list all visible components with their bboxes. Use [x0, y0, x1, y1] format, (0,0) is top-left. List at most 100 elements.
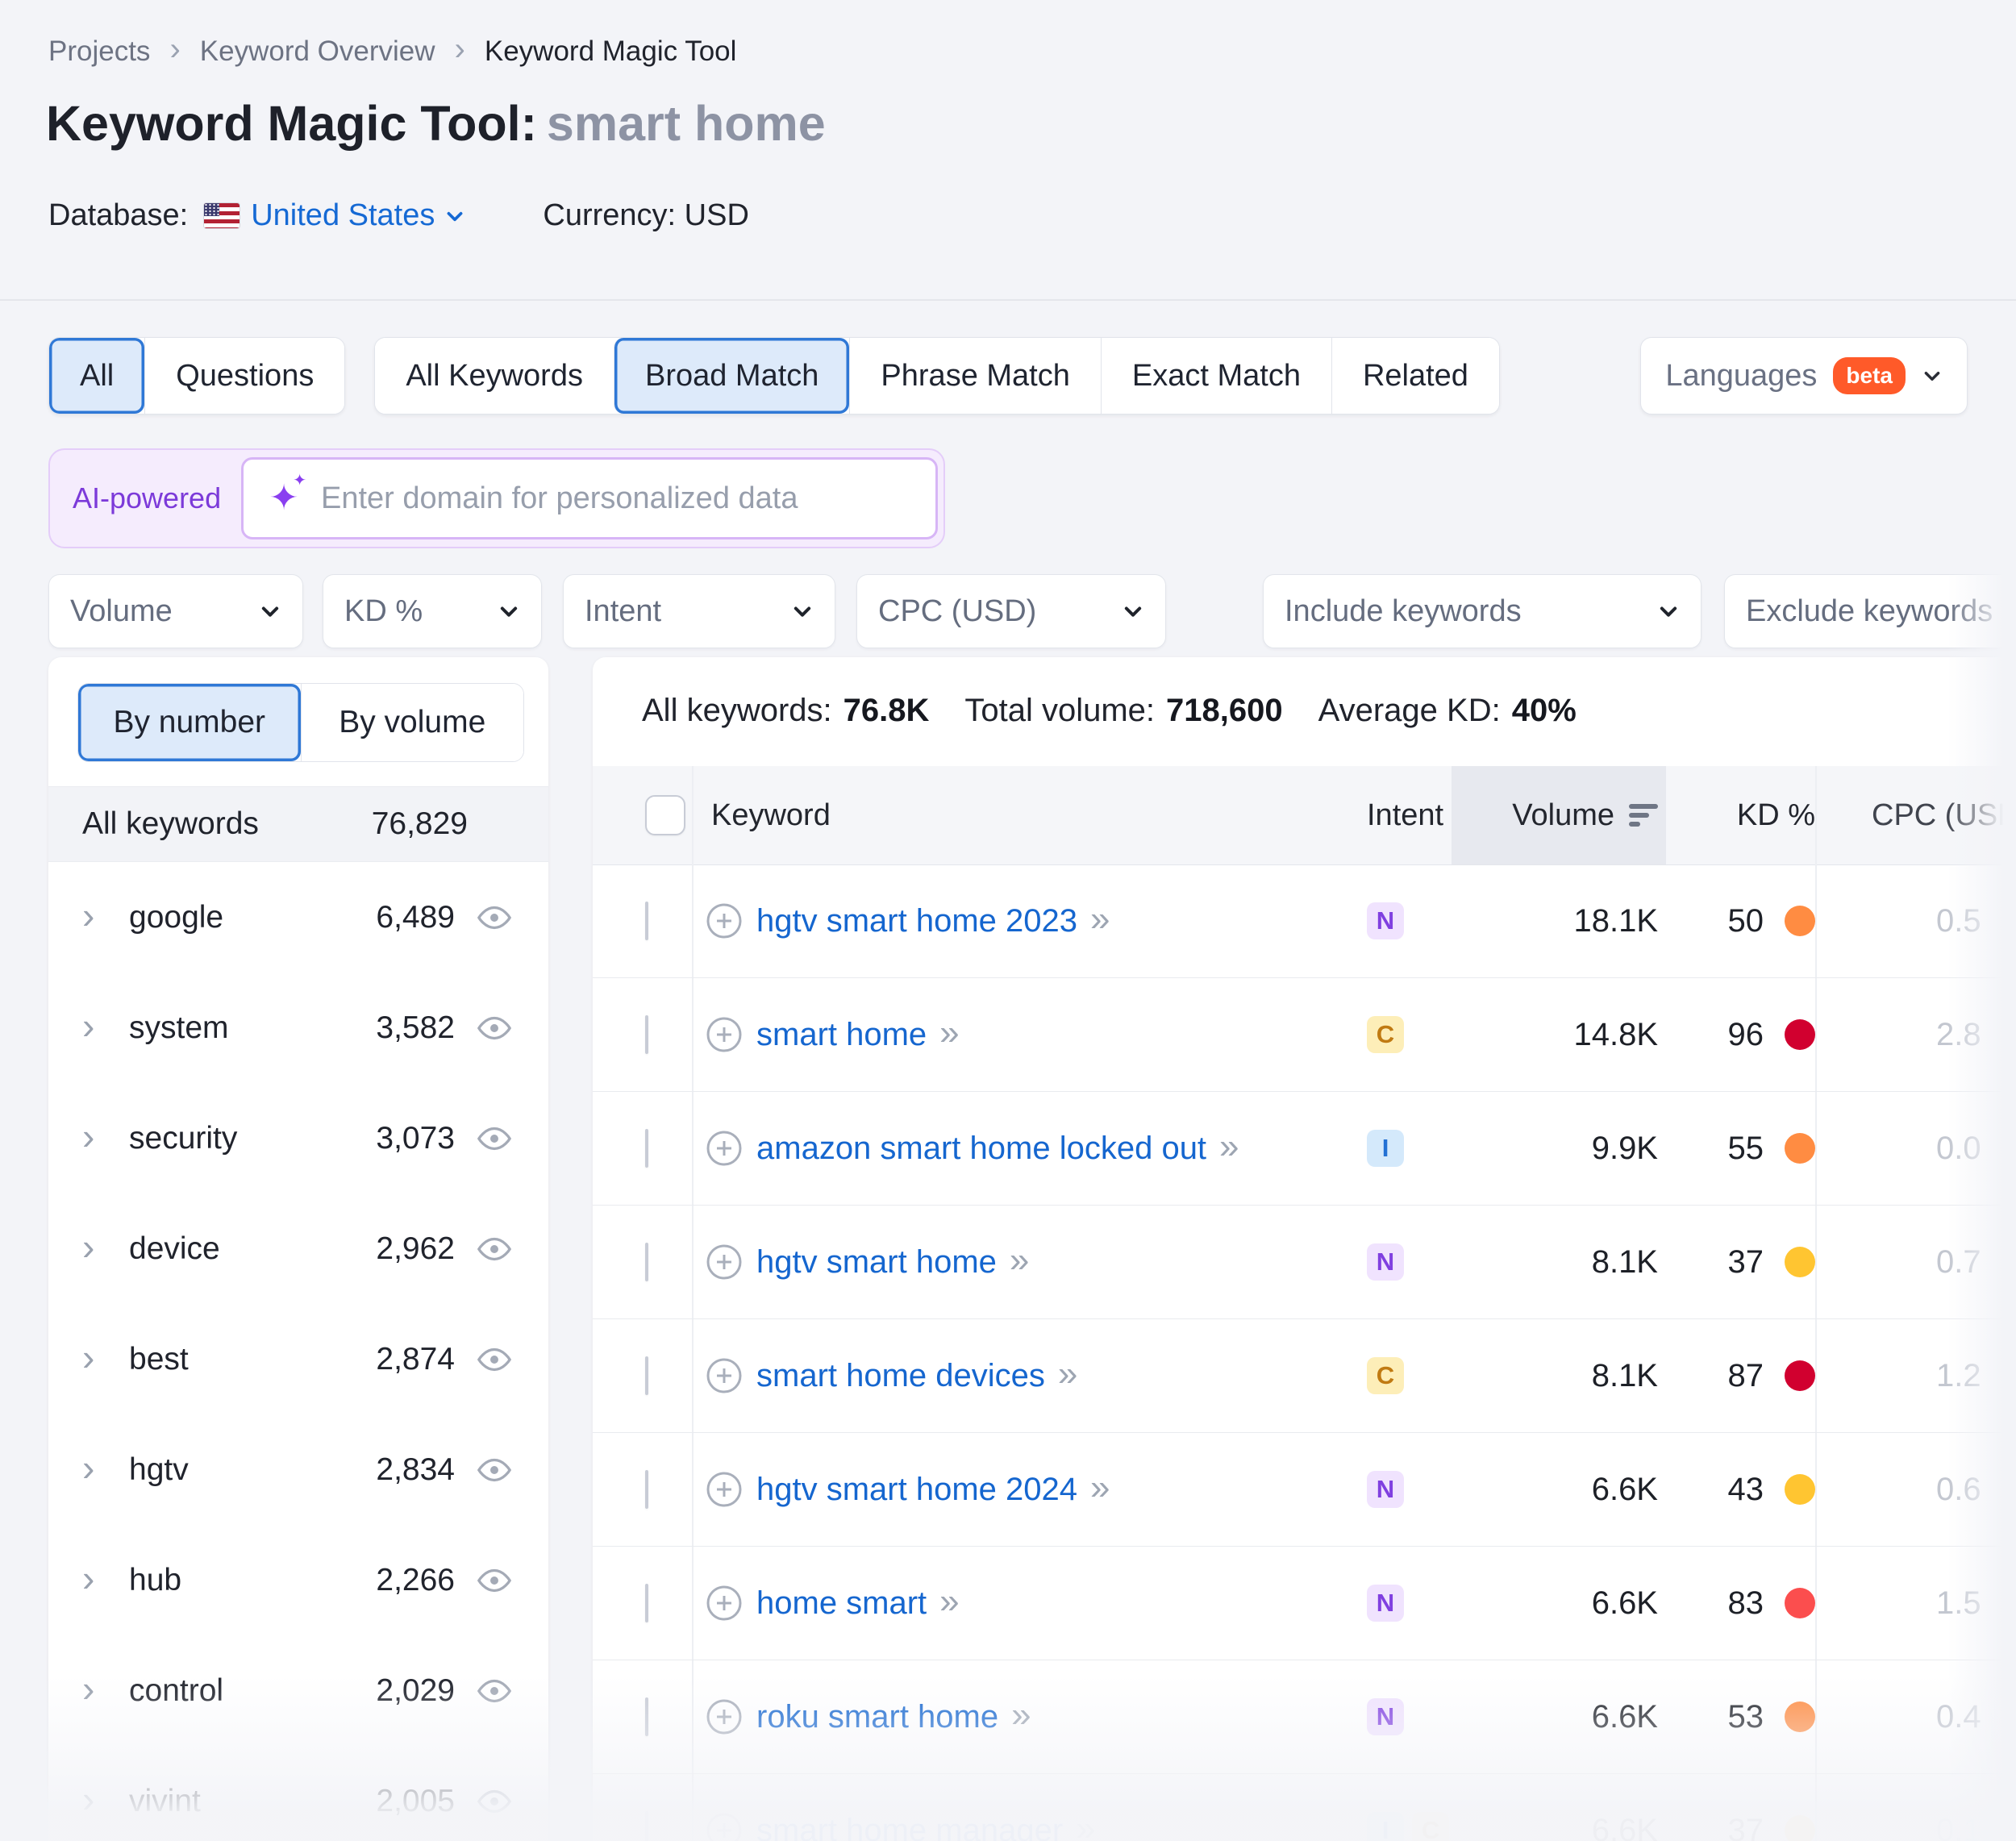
toggle-by-number[interactable]: By number: [78, 684, 301, 761]
row-checkbox[interactable]: [645, 1697, 648, 1736]
keyword-link[interactable]: amazon smart home locked out: [756, 1131, 1206, 1167]
open-keyword-icon[interactable]: »: [1058, 1354, 1076, 1394]
open-keyword-icon[interactable]: »: [1219, 1127, 1237, 1167]
group-label: hgtv: [129, 1452, 189, 1488]
row-checkbox[interactable]: [645, 1356, 648, 1395]
tab-questions[interactable]: Questions: [144, 338, 344, 414]
intent-badge: C: [1367, 1357, 1404, 1394]
eye-icon[interactable]: [476, 1120, 513, 1157]
open-keyword-icon[interactable]: »: [1090, 1468, 1108, 1508]
intent-badge: I: [1367, 1812, 1404, 1841]
column-cpc[interactable]: CPC (USD): [1815, 766, 2016, 864]
sidebar-group-google[interactable]: › google 6,489: [48, 862, 548, 973]
filter-exclude-keywords[interactable]: Exclude keywords: [1724, 574, 2016, 648]
add-keyword-icon[interactable]: [705, 1015, 744, 1054]
chevron-right-icon: ›: [82, 1560, 118, 1597]
sidebar-group-device[interactable]: › device 2,962: [48, 1193, 548, 1304]
sidebar-group-vivint[interactable]: › vivint 2,005: [48, 1746, 548, 1841]
keyword-link[interactable]: roku smart home: [756, 1699, 998, 1735]
keyword-link[interactable]: hgtv smart home 2024: [756, 1472, 1077, 1508]
eye-icon[interactable]: [476, 1672, 513, 1710]
eye-icon[interactable]: [476, 1452, 513, 1489]
filter-intent[interactable]: Intent: [563, 574, 835, 648]
filter-kd[interactable]: KD %: [323, 574, 542, 648]
sidebar-group-security[interactable]: › security 3,073: [48, 1083, 548, 1193]
eye-icon[interactable]: [476, 1783, 513, 1820]
eye-icon[interactable]: [476, 1010, 513, 1047]
keyword-link[interactable]: hgtv smart home 2023: [756, 903, 1077, 939]
filter-volume[interactable]: Volume: [48, 574, 303, 648]
add-keyword-icon[interactable]: [705, 902, 744, 940]
select-all-checkbox[interactable]: [645, 795, 685, 835]
chevron-down-icon: [498, 600, 520, 623]
breadcrumb-keyword-overview[interactable]: Keyword Overview: [200, 35, 435, 68]
tab-all[interactable]: All: [49, 338, 144, 414]
keyword-link[interactable]: hgtv smart home: [756, 1244, 997, 1281]
add-keyword-icon[interactable]: [705, 1811, 744, 1841]
sidebar-group-control[interactable]: › control 2,029: [48, 1635, 548, 1746]
kd-difficulty-dot: [1785, 1588, 1815, 1618]
open-keyword-icon[interactable]: »: [1090, 899, 1108, 939]
sidebar-all-keywords-row[interactable]: All keywords 76,829: [48, 786, 548, 862]
row-checkbox[interactable]: [645, 1243, 648, 1281]
open-keyword-icon[interactable]: »: [1010, 1240, 1027, 1281]
kd-difficulty-dot: [1785, 1360, 1815, 1391]
breadcrumb-projects[interactable]: Projects: [48, 35, 150, 68]
table-row: smart home devices » C 8.1K 87 1.2: [593, 1319, 2016, 1433]
sidebar-group-hgtv[interactable]: › hgtv 2,834: [48, 1414, 548, 1525]
keyword-link[interactable]: home smart: [756, 1585, 927, 1622]
domain-input-wrapper: ✦✦: [241, 457, 938, 539]
add-keyword-icon[interactable]: [705, 1243, 744, 1281]
sidebar-group-hub[interactable]: › hub 2,266: [48, 1525, 548, 1635]
row-checkbox[interactable]: [645, 902, 648, 940]
eye-icon[interactable]: [476, 899, 513, 936]
open-keyword-icon[interactable]: »: [1076, 1809, 1093, 1841]
domain-input[interactable]: [319, 481, 916, 517]
keyword-link[interactable]: smart home devices: [756, 1358, 1045, 1394]
cpc-value: 0.0: [1815, 1131, 2016, 1167]
eye-icon[interactable]: [476, 1231, 513, 1268]
tab-all-keywords[interactable]: All Keywords: [375, 338, 614, 414]
open-keyword-icon[interactable]: »: [939, 1013, 957, 1053]
tab-related[interactable]: Related: [1331, 338, 1499, 414]
volume-value: 9.9K: [1452, 1131, 1666, 1167]
chevron-right-icon: ›: [82, 1781, 118, 1818]
column-volume-sorted[interactable]: Volume: [1452, 766, 1666, 864]
keyword-link[interactable]: smart home manager: [756, 1813, 1063, 1841]
row-checkbox[interactable]: [645, 1129, 648, 1168]
languages-dropdown[interactable]: Languages beta: [1640, 337, 1968, 414]
column-kd[interactable]: KD %: [1666, 766, 1815, 864]
group-label: control: [129, 1673, 223, 1709]
row-checkbox[interactable]: [645, 1811, 648, 1841]
toggle-by-volume[interactable]: By volume: [301, 684, 524, 761]
row-checkbox[interactable]: [645, 1470, 648, 1509]
open-keyword-icon[interactable]: »: [939, 1581, 957, 1622]
add-keyword-icon[interactable]: [705, 1129, 744, 1168]
group-count: 3,073: [376, 1121, 455, 1156]
sidebar-all-keywords-count: 76,829: [372, 806, 468, 842]
tab-broad-match[interactable]: Broad Match: [614, 338, 849, 414]
filter-include-keywords[interactable]: Include keywords: [1263, 574, 1702, 648]
tab-exact-match[interactable]: Exact Match: [1101, 338, 1331, 414]
chevron-down-icon: [259, 600, 281, 623]
group-count: 6,489: [376, 900, 455, 935]
row-checkbox[interactable]: [645, 1015, 648, 1054]
eye-icon[interactable]: [476, 1562, 513, 1599]
row-checkbox[interactable]: [645, 1584, 648, 1622]
open-keyword-icon[interactable]: »: [1011, 1695, 1029, 1735]
column-intent: Intent: [1339, 766, 1452, 864]
eye-icon[interactable]: [476, 1341, 513, 1378]
tab-phrase-match[interactable]: Phrase Match: [849, 338, 1100, 414]
add-keyword-icon[interactable]: [705, 1584, 744, 1622]
kd-difficulty-dot: [1785, 1019, 1815, 1050]
sidebar-group-system[interactable]: › system 3,582: [48, 973, 548, 1083]
filter-cpc[interactable]: CPC (USD): [856, 574, 1166, 648]
chevron-right-icon: ›: [82, 1339, 118, 1376]
chevron-down-icon: [1922, 365, 1943, 386]
keyword-link[interactable]: smart home: [756, 1017, 927, 1053]
add-keyword-icon[interactable]: [705, 1470, 744, 1509]
sidebar-group-best[interactable]: › best 2,874: [48, 1304, 548, 1414]
add-keyword-icon[interactable]: [705, 1697, 744, 1736]
database-selector[interactable]: United States: [251, 198, 465, 233]
add-keyword-icon[interactable]: [705, 1356, 744, 1395]
